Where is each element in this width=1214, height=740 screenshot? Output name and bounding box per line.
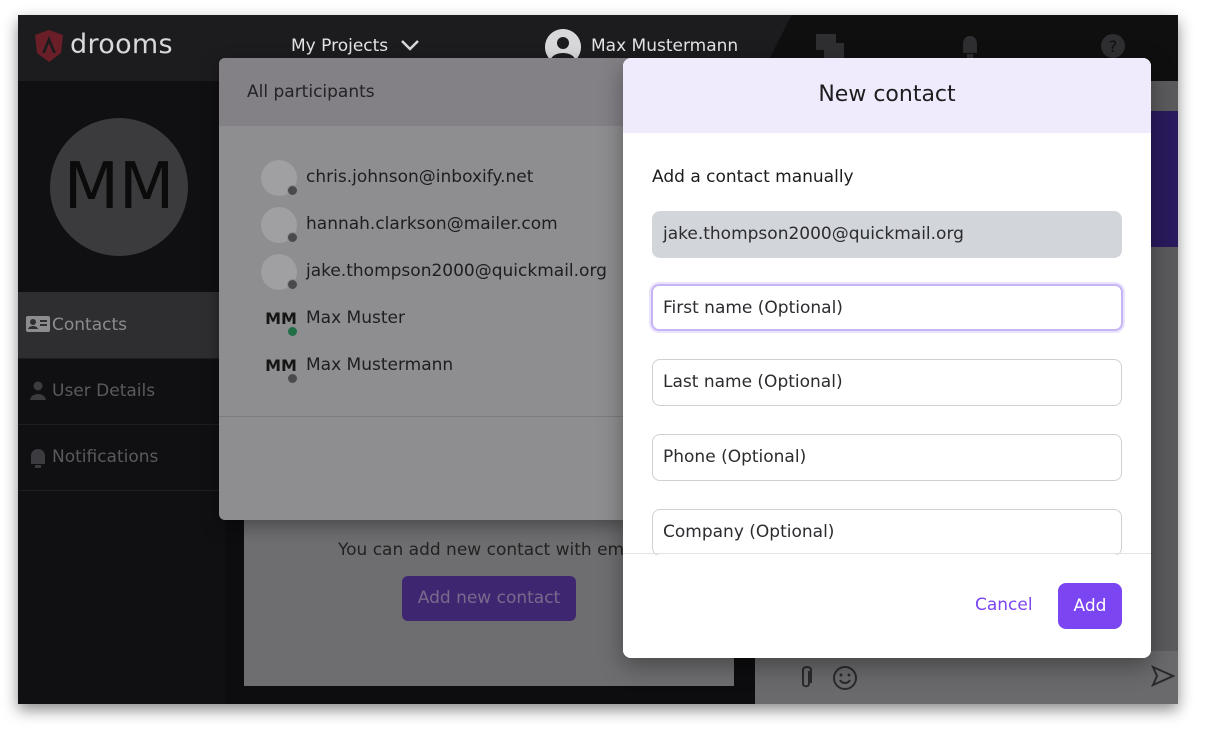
participants-panel: All participants chris.johnson@inboxify.… bbox=[219, 58, 629, 520]
participant-row[interactable]: chris.johnson@inboxify.net bbox=[259, 160, 629, 200]
participant-row[interactable]: jake.thompson2000@quickmail.org bbox=[259, 254, 629, 294]
add-button[interactable]: Add bbox=[1058, 583, 1122, 629]
presence-indicator bbox=[287, 279, 298, 290]
svg-text:?: ? bbox=[1109, 37, 1118, 56]
sidebar: MM Contacts User Details Notifications bbox=[18, 81, 225, 704]
divider bbox=[219, 416, 629, 417]
sidebar-item-user-details[interactable]: User Details bbox=[18, 358, 225, 425]
sidebar-item-contacts[interactable]: Contacts bbox=[18, 292, 225, 359]
bell-icon bbox=[31, 449, 45, 468]
dialog-subtitle: Add a contact manually bbox=[652, 167, 854, 187]
person-icon bbox=[30, 381, 46, 400]
dialog-title: New contact bbox=[818, 82, 956, 107]
participant-email: hannah.clarkson@mailer.com bbox=[306, 214, 558, 234]
last-name-field[interactable]: Last name (Optional) bbox=[652, 359, 1122, 406]
phone-placeholder: Phone (Optional) bbox=[663, 447, 807, 467]
cancel-button[interactable]: Cancel bbox=[975, 595, 1033, 615]
phone-field[interactable]: Phone (Optional) bbox=[652, 434, 1122, 481]
sidebar-item-label: Notifications bbox=[52, 447, 159, 467]
participant-name: Max Mustermann bbox=[306, 355, 454, 375]
dialog-header: New contact bbox=[623, 58, 1151, 133]
company-placeholder: Company (Optional) bbox=[663, 522, 835, 542]
participant-email: chris.johnson@inboxify.net bbox=[306, 167, 534, 187]
participant-name: Max Muster bbox=[306, 308, 405, 328]
profile-avatar: MM bbox=[50, 118, 188, 256]
presence-indicator bbox=[287, 326, 298, 337]
participant-row[interactable]: MM Max Muster bbox=[259, 301, 629, 341]
chevron-down-icon[interactable] bbox=[400, 38, 420, 52]
chat-icon[interactable] bbox=[815, 33, 845, 61]
last-name-placeholder: Last name (Optional) bbox=[663, 372, 843, 392]
sidebar-item-notifications[interactable]: Notifications bbox=[18, 424, 225, 491]
help-icon[interactable]: ? bbox=[1100, 33, 1126, 59]
bell-icon[interactable] bbox=[960, 33, 980, 59]
message-bar bbox=[755, 651, 1178, 704]
participants-header: All participants bbox=[219, 58, 629, 126]
participant-row[interactable]: hannah.clarkson@mailer.com bbox=[259, 207, 629, 247]
emoji-icon[interactable] bbox=[832, 665, 858, 691]
new-contact-dialog: New contact Add a contact manually jake.… bbox=[623, 58, 1151, 658]
empty-state-text: You can add new contact with em bbox=[338, 540, 625, 560]
add-new-contact-button[interactable]: Add new contact bbox=[402, 576, 576, 621]
email-value: jake.thompson2000@quickmail.org bbox=[663, 224, 964, 244]
brand-name: drooms bbox=[70, 29, 173, 60]
presence-indicator bbox=[287, 373, 298, 384]
company-field[interactable]: Company (Optional) bbox=[652, 509, 1122, 556]
sidebar-item-label: User Details bbox=[52, 381, 156, 401]
user-name[interactable]: Max Mustermann bbox=[591, 36, 738, 56]
attachment-icon[interactable] bbox=[798, 665, 814, 691]
contact-card-icon bbox=[26, 316, 50, 332]
presence-indicator bbox=[287, 232, 298, 243]
participants-title: All participants bbox=[247, 82, 375, 102]
participant-email: jake.thompson2000@quickmail.org bbox=[306, 261, 607, 281]
email-field[interactable]: jake.thompson2000@quickmail.org bbox=[652, 211, 1122, 258]
send-icon[interactable] bbox=[1151, 665, 1175, 687]
sidebar-item-label: Contacts bbox=[52, 315, 127, 335]
drooms-logo-icon bbox=[35, 30, 63, 62]
my-projects-menu[interactable]: My Projects bbox=[291, 36, 388, 56]
participant-row[interactable]: MM Max Mustermann bbox=[259, 348, 629, 388]
presence-indicator bbox=[287, 185, 298, 196]
first-name-field[interactable]: First name (Optional) bbox=[651, 284, 1123, 331]
footer-divider bbox=[623, 553, 1151, 554]
first-name-placeholder: First name (Optional) bbox=[663, 298, 843, 318]
